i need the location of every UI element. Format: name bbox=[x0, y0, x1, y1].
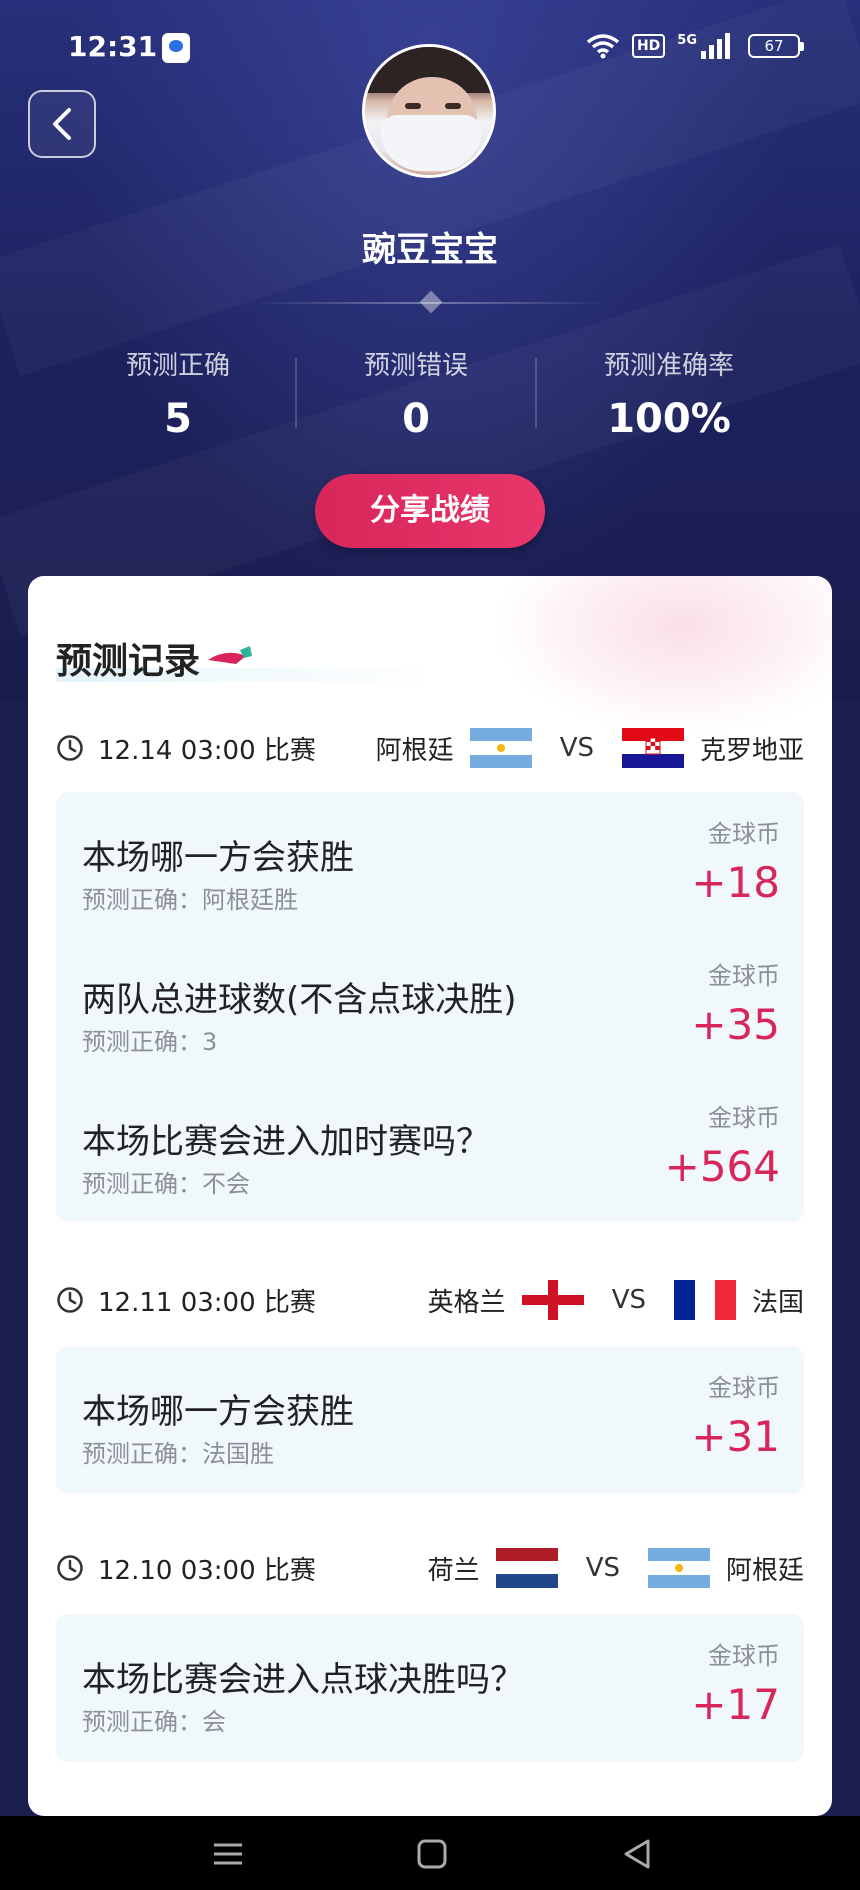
match-time: 12.11 03:00 比赛 bbox=[98, 1287, 316, 1318]
divider-diamond-icon bbox=[419, 290, 443, 314]
stat-value: 100% bbox=[607, 396, 731, 442]
coin-label: 金球币 bbox=[708, 820, 780, 848]
menu-icon[interactable] bbox=[208, 1836, 248, 1872]
coin-label: 金球币 bbox=[708, 962, 780, 990]
status-time: 12:31 bbox=[68, 30, 158, 63]
stat-label: 预测错误 bbox=[363, 351, 468, 381]
prediction-list: 本场哪一方会获胜 预测正确：法国胜 金球币 +31 bbox=[56, 1346, 804, 1494]
status-icons: HD 5G 67 bbox=[586, 33, 804, 59]
vs-label: VS bbox=[559, 733, 594, 763]
coin-reward: +564 bbox=[664, 1142, 780, 1191]
netherlands-flag-icon bbox=[495, 1548, 558, 1588]
username: 豌豆宝宝 bbox=[362, 230, 498, 270]
avatar[interactable] bbox=[362, 44, 496, 178]
match-teams: 荷兰 VS 阿根廷 bbox=[428, 1548, 804, 1588]
prediction-question: 本场比赛会进入点球决胜吗？ bbox=[82, 1660, 524, 1700]
chevron-left-icon bbox=[53, 108, 71, 140]
hd-icon: HD bbox=[631, 34, 666, 58]
match-time: 12.14 03:00 比赛 bbox=[98, 735, 316, 766]
prediction-item[interactable]: 本场哪一方会获胜 预测正确：阿根廷胜 金球币 +18 bbox=[56, 792, 804, 932]
system-navigation-bar bbox=[0, 1816, 860, 1890]
clock-icon bbox=[57, 1287, 83, 1313]
home-icon[interactable] bbox=[412, 1836, 452, 1872]
coin-label: 金球币 bbox=[708, 1642, 780, 1670]
stat-wrong: 预测错误 0 bbox=[346, 345, 486, 442]
coin-reward: +31 bbox=[691, 1412, 780, 1461]
argentina-flag-icon bbox=[647, 1548, 710, 1588]
prediction-answer: 预测正确：阿根廷胜 bbox=[82, 886, 298, 914]
stat-correct: 预测正确 5 bbox=[108, 345, 248, 442]
match-teams: 阿根廷 VS 克罗地亚 bbox=[376, 728, 804, 768]
prediction-answer: 预测正确：不会 bbox=[82, 1170, 250, 1198]
prediction-item[interactable]: 两队总进球数(不含点球决胜) 预测正确：3 金球币 +35 bbox=[56, 934, 804, 1074]
coin-reward: +17 bbox=[691, 1680, 780, 1729]
home-team: 英格兰 bbox=[427, 1287, 506, 1318]
argentina-flag-icon bbox=[469, 728, 532, 768]
stat-value: 5 bbox=[164, 396, 192, 442]
records-title: 预测记录 bbox=[56, 641, 201, 682]
match-header: 12.11 03:00 比赛 英格兰 VS 法国 bbox=[56, 1278, 804, 1322]
home-team: 荷兰 bbox=[427, 1555, 480, 1586]
prediction-question: 两队总进球数(不含点球决胜) bbox=[82, 980, 517, 1020]
croatia-flag-icon bbox=[621, 728, 684, 768]
coin-label: 金球币 bbox=[708, 1374, 780, 1402]
away-team: 阿根廷 bbox=[725, 1555, 804, 1586]
away-team: 法国 bbox=[751, 1287, 804, 1318]
prediction-question: 本场比赛会进入加时赛吗？ bbox=[82, 1122, 490, 1162]
prediction-item[interactable]: 本场比赛会进入加时赛吗？ 预测正确：不会 金球币 +564 bbox=[56, 1076, 804, 1216]
back-button[interactable] bbox=[28, 90, 96, 158]
match-teams: 英格兰 VS 法国 bbox=[428, 1280, 804, 1320]
prediction-answer: 预测正确：3 bbox=[82, 1028, 218, 1056]
share-results-button[interactable]: 分享战绩 bbox=[315, 474, 545, 548]
clock-icon bbox=[57, 1555, 83, 1581]
prediction-answer: 预测正确：会 bbox=[82, 1708, 226, 1736]
coin-label: 金球币 bbox=[708, 1104, 780, 1132]
france-flag-icon bbox=[673, 1280, 736, 1320]
stat-separator bbox=[535, 358, 537, 428]
notification-app-icon bbox=[162, 33, 190, 63]
prediction-records-card: 预测记录 12.14 03:00 比赛 阿根廷 VS 克罗地亚 本场哪一方会获胜… bbox=[28, 576, 832, 1816]
signal-icon bbox=[701, 33, 730, 59]
battery-icon: 67 bbox=[748, 34, 804, 58]
stat-label: 预测准确率 bbox=[603, 351, 734, 381]
england-flag-icon bbox=[521, 1280, 584, 1320]
prediction-question: 本场哪一方会获胜 bbox=[82, 838, 354, 878]
match-header: 12.14 03:00 比赛 阿根廷 VS 克罗地亚 bbox=[56, 726, 804, 770]
vs-label: VS bbox=[611, 1285, 646, 1315]
back-nav-icon[interactable] bbox=[618, 1836, 658, 1872]
prediction-answer: 预测正确：法国胜 bbox=[82, 1440, 274, 1468]
vs-label: VS bbox=[585, 1553, 620, 1583]
match-header: 12.10 03:00 比赛 荷兰 VS 阿根廷 bbox=[56, 1546, 804, 1590]
title-ornament-icon bbox=[208, 646, 252, 664]
wifi-icon bbox=[586, 33, 620, 59]
prediction-list: 本场比赛会进入点球决胜吗？ 预测正确：会 金球币 +17 bbox=[56, 1614, 804, 1762]
home-team: 阿根廷 bbox=[375, 735, 454, 766]
stat-accuracy: 预测准确率 100% bbox=[588, 345, 750, 442]
prediction-item[interactable]: 本场哪一方会获胜 预测正确：法国胜 金球币 +31 bbox=[56, 1346, 804, 1486]
stat-label: 预测正确 bbox=[125, 351, 230, 381]
prediction-list: 本场哪一方会获胜 预测正确：阿根廷胜 金球币 +18 两队总进球数(不含点球决胜… bbox=[56, 792, 804, 1222]
network-type: 5G bbox=[677, 33, 697, 48]
stat-separator bbox=[295, 358, 297, 428]
coin-reward: +35 bbox=[691, 1000, 780, 1049]
prediction-question: 本场哪一方会获胜 bbox=[82, 1392, 354, 1432]
match-time: 12.10 03:00 比赛 bbox=[98, 1555, 316, 1586]
stat-value: 0 bbox=[402, 396, 430, 442]
coin-reward: +18 bbox=[691, 858, 780, 907]
away-team: 克罗地亚 bbox=[699, 735, 804, 766]
prediction-item[interactable]: 本场比赛会进入点球决胜吗？ 预测正确：会 金球币 +17 bbox=[56, 1614, 804, 1754]
clock-icon bbox=[57, 735, 83, 761]
